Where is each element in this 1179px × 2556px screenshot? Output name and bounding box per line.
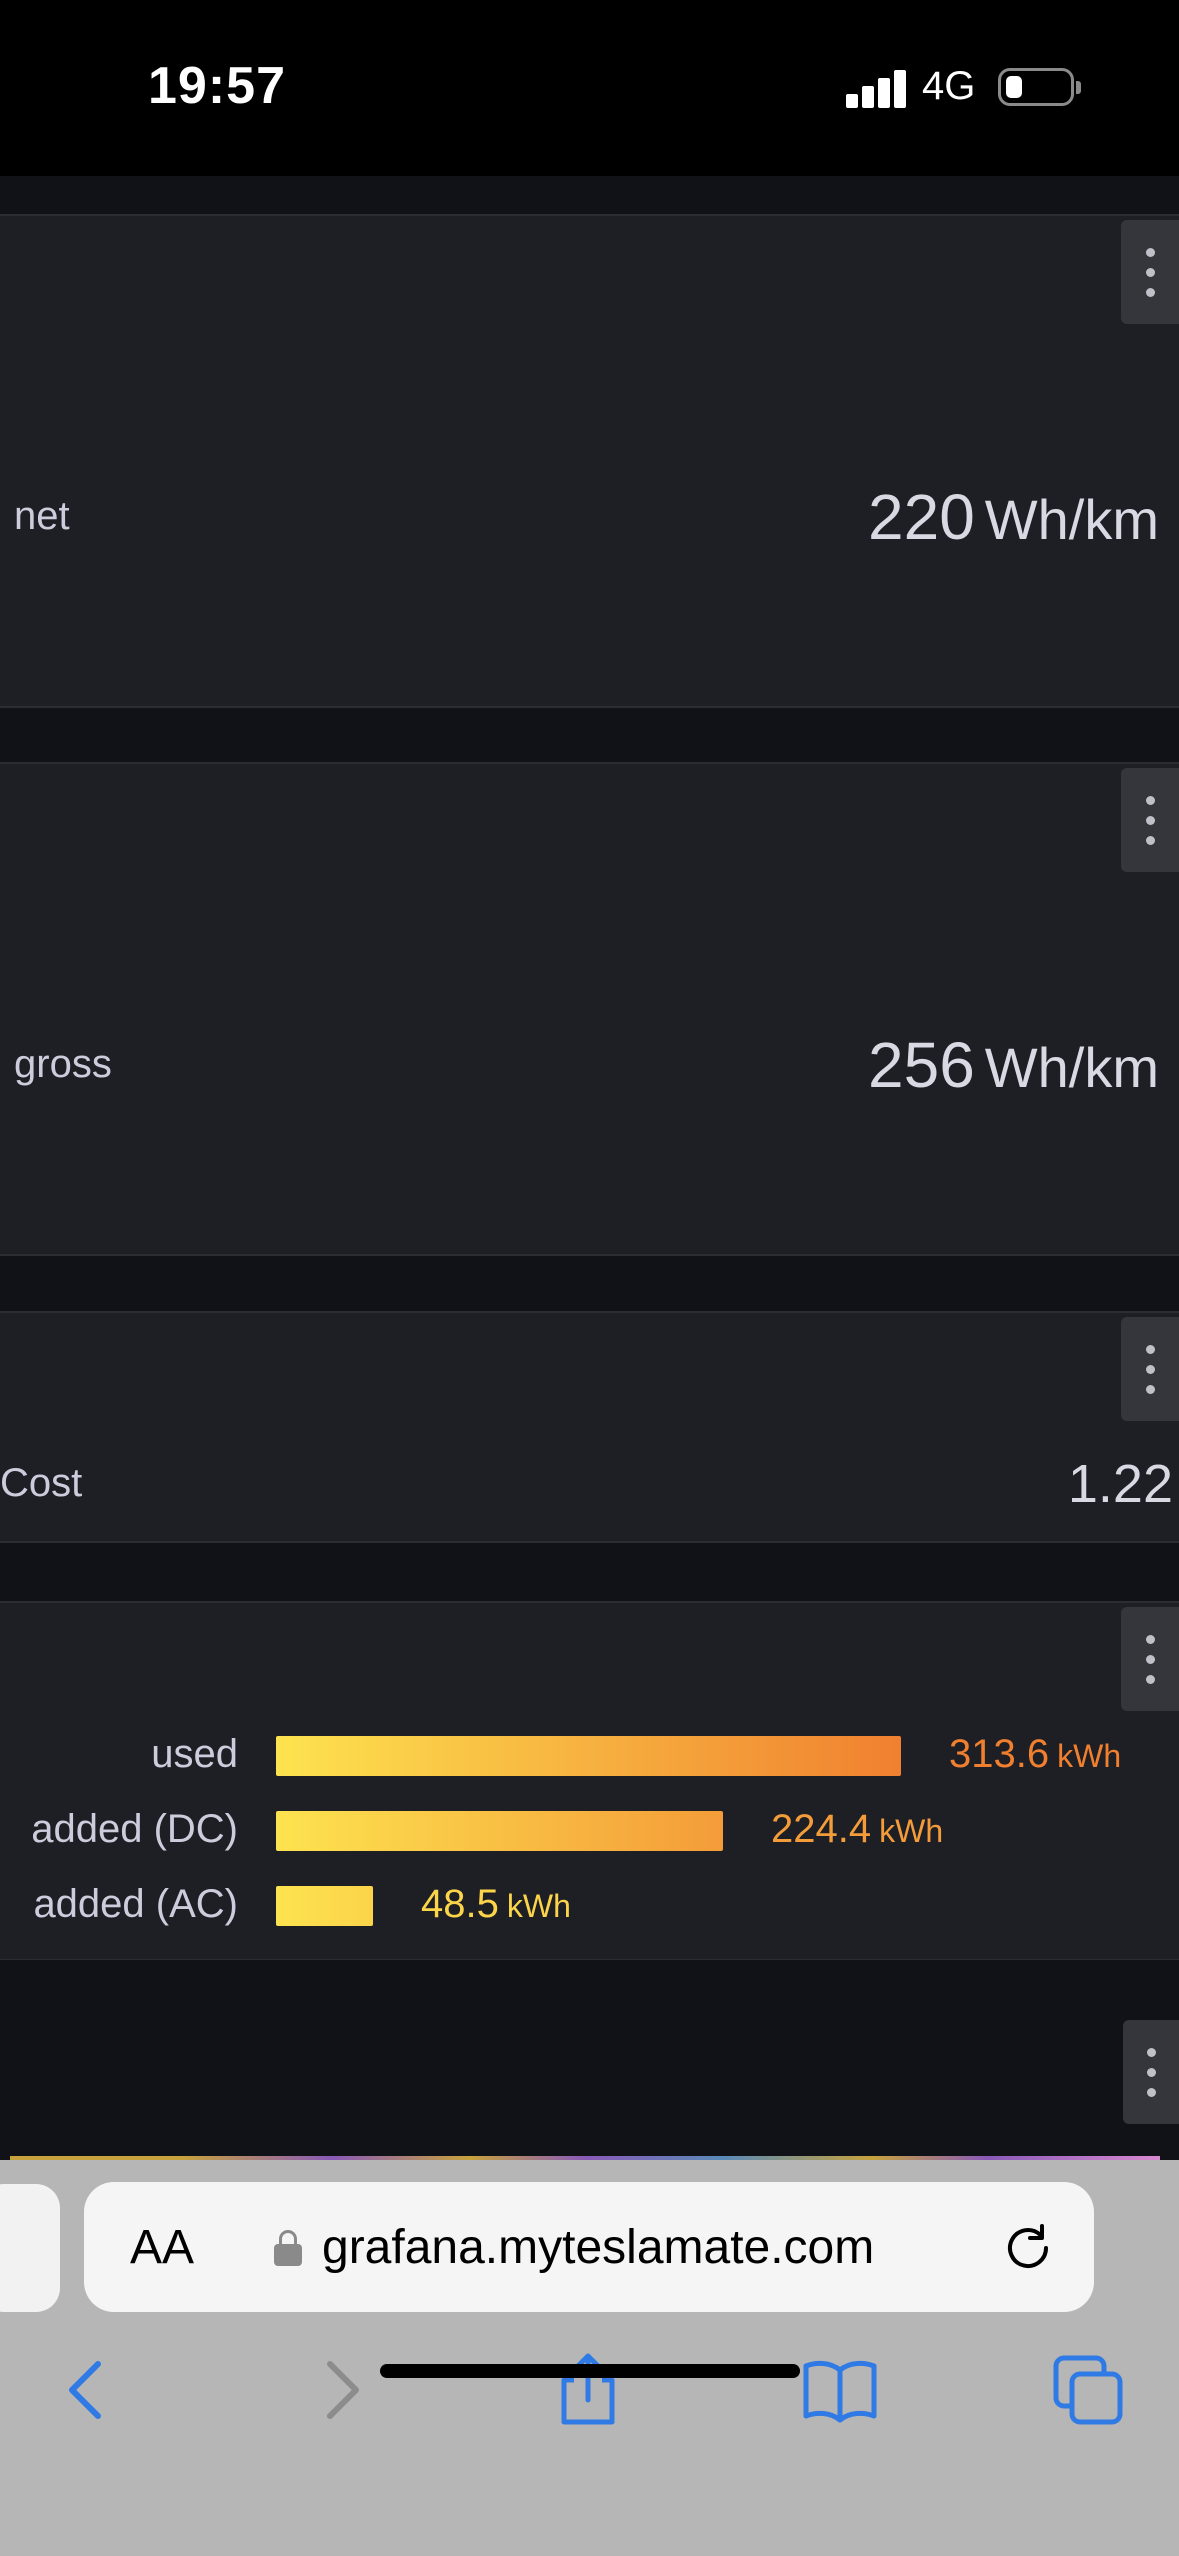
reload-icon[interactable] — [998, 2218, 1058, 2278]
panel-menu-button[interactable] — [1121, 768, 1179, 872]
back-icon[interactable] — [48, 2350, 128, 2430]
bar-label: added (DC) — [31, 1807, 238, 1851]
address-bar[interactable]: AA grafana.myteslamate.com — [84, 2182, 1094, 2312]
url-text: grafana.myteslamate.com — [322, 2221, 875, 2274]
text-size-button[interactable]: AA — [130, 2220, 194, 2275]
stat-unit: Wh/km — [984, 1036, 1159, 1099]
bar-value: 313.6 kWh — [949, 1732, 1122, 1776]
stat-value: 220 Wh/km — [868, 480, 1159, 554]
panel-next — [0, 1960, 1179, 2160]
stat-value: 256 Wh/km — [868, 1028, 1159, 1102]
bar-fill — [276, 1811, 723, 1851]
bar-fill — [276, 1886, 373, 1926]
panel-gross: gross 256 Wh/km — [0, 762, 1179, 1256]
stat-label: gross — [14, 1042, 112, 1086]
stat-value: 1.22 — [1068, 1453, 1173, 1515]
stat-label: Cost — [0, 1461, 83, 1505]
panel-menu-button[interactable] — [1123, 2020, 1179, 2124]
bar-value: 48.5 kWh — [421, 1882, 571, 1926]
bar-fill — [276, 1736, 901, 1776]
battery-icon — [998, 68, 1081, 106]
panel-cost: Cost 1.22 — [0, 1311, 1179, 1543]
bar-value: 224.4 kWh — [771, 1807, 944, 1851]
stat-number: 256 — [868, 1029, 975, 1101]
panel-menu-button[interactable] — [1121, 1607, 1179, 1711]
home-indicator — [380, 2364, 800, 2378]
lock-icon — [274, 2230, 302, 2266]
browser-toolbar: AA grafana.myteslamate.com — [0, 2160, 1179, 2556]
panel-net: net 220 Wh/km — [0, 214, 1179, 708]
tabs-icon[interactable] — [1048, 2350, 1128, 2430]
panel-menu-button[interactable] — [1121, 220, 1179, 324]
stat-number: 1.22 — [1067, 1454, 1173, 1514]
status-bar: 19:57 4G — [0, 0, 1179, 176]
previous-tab-preview[interactable] — [0, 2184, 60, 2312]
panel-energy-bars: used 313.6 kWh added (DC) 224.4 kWh added (AC)… — [0, 1601, 1179, 1961]
panel-menu-button[interactable] — [1121, 1317, 1179, 1421]
cellular-signal-icon — [846, 68, 906, 108]
clock: 19:57 — [148, 57, 286, 115]
bookmarks-icon[interactable] — [800, 2350, 880, 2430]
bar-label: added (AC) — [33, 1882, 238, 1926]
stat-number: 220 — [868, 481, 975, 553]
stat-unit: Wh/km — [984, 488, 1159, 551]
share-icon[interactable] — [548, 2350, 628, 2430]
forward-icon[interactable] — [300, 2350, 380, 2430]
network-type: 4G — [922, 64, 976, 108]
stat-label: net — [14, 494, 70, 538]
bar-label: used — [151, 1732, 238, 1776]
